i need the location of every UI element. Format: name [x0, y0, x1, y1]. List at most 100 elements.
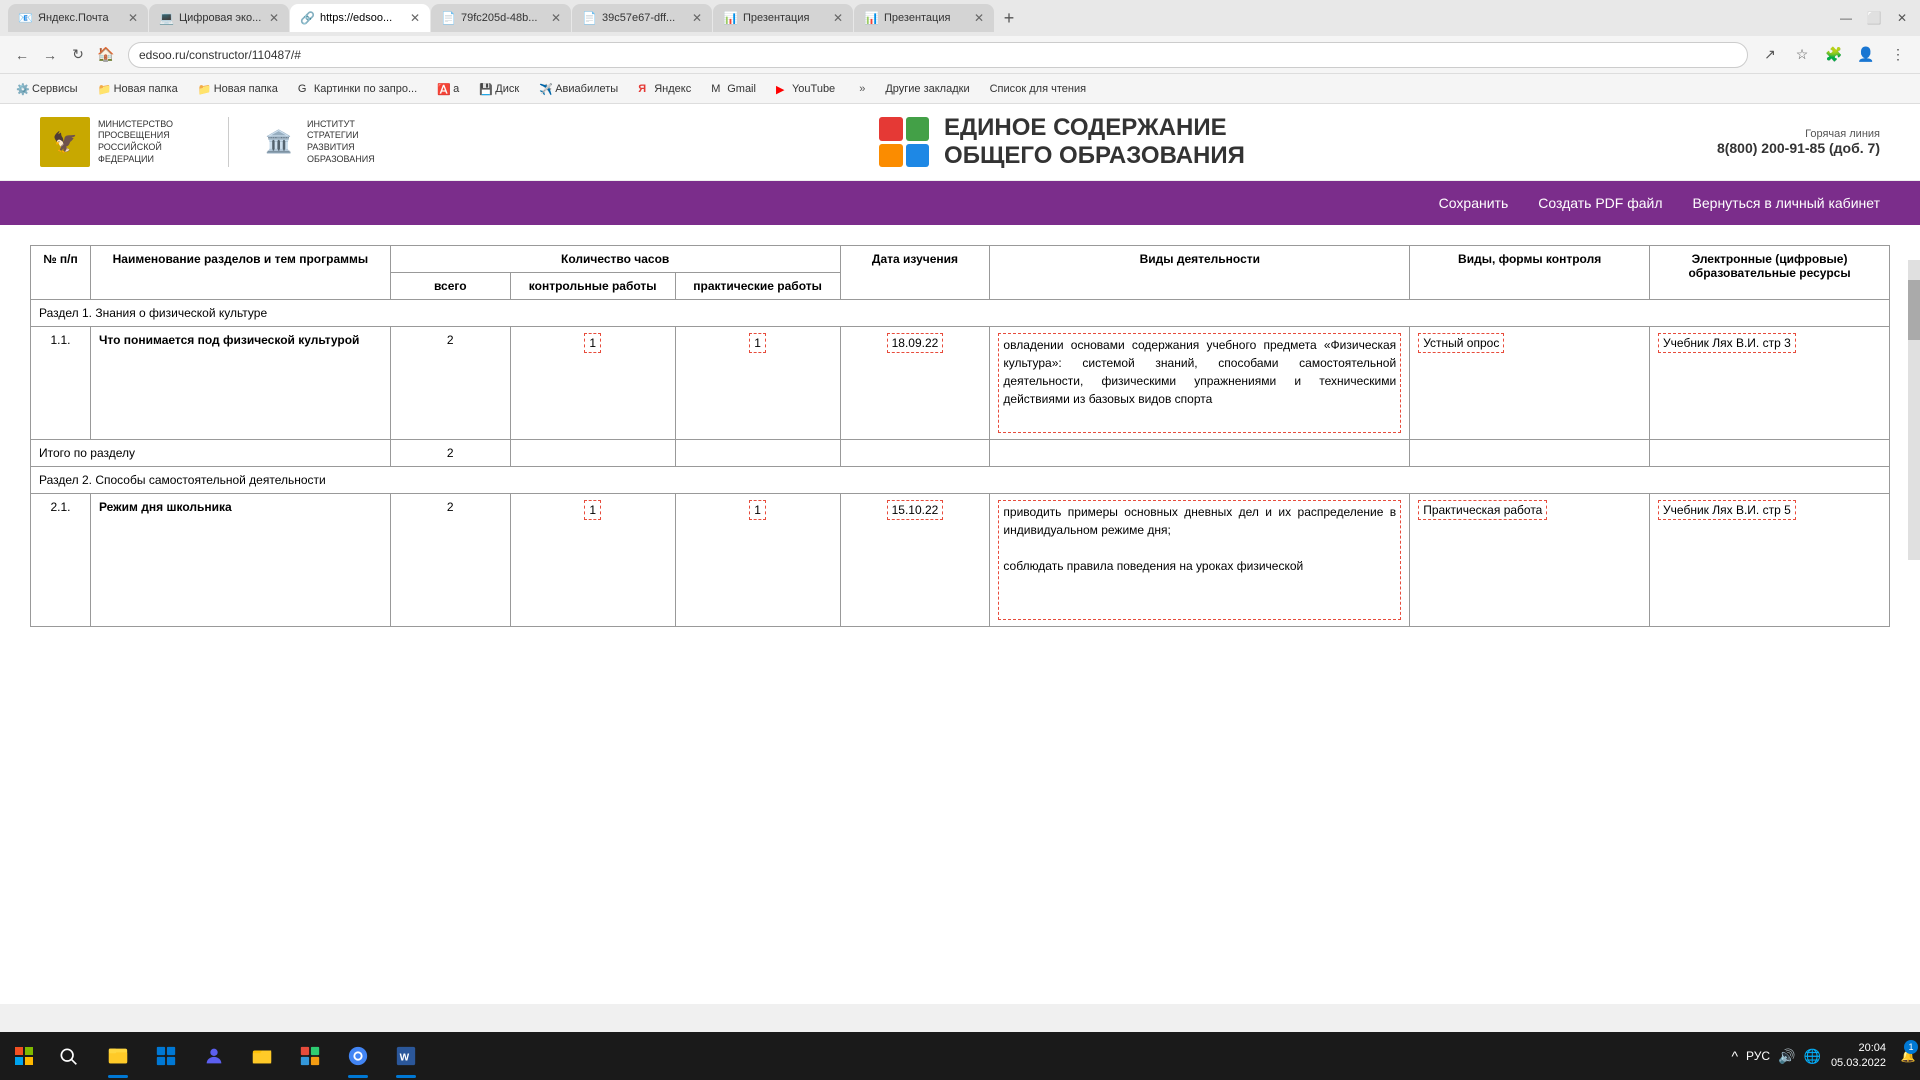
taskbar-icon-explorer[interactable]: [96, 1032, 140, 1080]
tab-presentation1[interactable]: 📊 Презентация ✕: [713, 4, 853, 32]
minimize-button[interactable]: —: [1836, 8, 1856, 28]
activity-editable-1-1[interactable]: овладении основами содержания учебного п…: [998, 333, 1401, 433]
header-num: № п/п: [31, 246, 91, 300]
activity-editable-2-1[interactable]: приводить примеры основных дневных дел и…: [998, 500, 1401, 620]
taskbar-clock[interactable]: 20:04 05.03.2022: [1831, 1041, 1896, 1072]
maximize-button[interactable]: ⬜: [1864, 8, 1884, 28]
tray-chevron-icon[interactable]: ^: [1731, 1048, 1738, 1064]
notification-button[interactable]: 🔔 1: [1896, 1032, 1920, 1080]
cell-resources-2-1[interactable]: Учебник Лях В.И. стр 5: [1650, 494, 1890, 627]
taskbar-icon-chrome[interactable]: [336, 1032, 380, 1080]
bookmark-google[interactable]: G Картинки по запро...: [290, 78, 425, 100]
home-button[interactable]: 🏠: [92, 41, 120, 69]
taskbar-icon-word[interactable]: W: [384, 1032, 428, 1080]
cell-forms-2-1[interactable]: Практическая работа: [1410, 494, 1650, 627]
cell-resources-1-1[interactable]: Учебник Лях В.И. стр 3: [1650, 327, 1890, 440]
date-editable-2-1[interactable]: 15.10.22: [887, 500, 944, 520]
tab-digital[interactable]: 💻 Цифровая эко... ✕: [149, 4, 289, 32]
bookmark-youtube[interactable]: ▶ YouTube: [768, 78, 843, 100]
browser-frame: 📧 Яндекс.Почта ✕ 💻 Цифровая эко... ✕ 🔗 h…: [0, 0, 1920, 104]
table-row: 2.1. Режим дня школьника 2 1 1 15.10.22 …: [31, 494, 1890, 627]
tab-yandex-mail[interactable]: 📧 Яндекс.Почта ✕: [8, 4, 148, 32]
cell-name-1-1: Что понимается под физической культурой: [90, 327, 390, 440]
total-label-1: Итого по разделу: [31, 440, 391, 467]
cell-practical-2-1[interactable]: 1: [675, 494, 840, 627]
bookmark-avia[interactable]: ✈️ Авиабилеты: [531, 78, 626, 100]
tab-close-7[interactable]: ✕: [974, 11, 984, 25]
scrollbar-right[interactable]: [1908, 260, 1920, 560]
bookmark-a[interactable]: 🅰️ a: [429, 78, 467, 100]
cell-activity-1-1[interactable]: овладении основами содержания учебного п…: [990, 327, 1410, 440]
date-editable-1-1[interactable]: 18.09.22: [887, 333, 944, 353]
nav-create-pdf[interactable]: Создать PDF файл: [1538, 195, 1662, 211]
bookmark-folder1[interactable]: 📁 Новая папка: [90, 78, 186, 100]
tab-close-3[interactable]: ✕: [410, 11, 420, 25]
volume-icon[interactable]: 🔊: [1778, 1048, 1795, 1065]
practical-editable-2-1[interactable]: 1: [749, 500, 766, 520]
bookmark-yandex[interactable]: Я Яндекс: [630, 78, 699, 100]
cell-control-2-1[interactable]: 1: [510, 494, 675, 627]
tab-79fc[interactable]: 📄 79fc205d-48b... ✕: [431, 4, 571, 32]
back-button[interactable]: ←: [8, 41, 36, 69]
start-button[interactable]: [0, 1032, 48, 1080]
profile-button[interactable]: 👤: [1852, 41, 1880, 69]
tab-favicon-6: 📊: [723, 11, 737, 25]
scrollbar-thumb[interactable]: [1908, 280, 1920, 340]
reading-list[interactable]: Список для чтения: [982, 78, 1094, 100]
forward-button[interactable]: →: [36, 41, 64, 69]
tab-39c5[interactable]: 📄 39c57e67-dff... ✕: [572, 4, 712, 32]
taskbar-icon-folder[interactable]: [240, 1032, 284, 1080]
close-window-button[interactable]: ✕: [1892, 8, 1912, 28]
network-icon[interactable]: 🌐: [1804, 1048, 1821, 1065]
address-bar[interactable]: edsoo.ru/constructor/110487/#: [128, 42, 1748, 68]
bookmarks-more-button[interactable]: »: [851, 81, 873, 97]
taskbar-icon-apps[interactable]: [288, 1032, 332, 1080]
tab-presentation2[interactable]: 📊 Презентация ✕: [854, 4, 994, 32]
cell-control-1-1[interactable]: 1: [510, 327, 675, 440]
forms-editable-2-1[interactable]: Практическая работа: [1418, 500, 1547, 520]
resources-editable-2-1[interactable]: Учебник Лях В.И. стр 5: [1658, 500, 1796, 520]
header-forms: Виды, формы контроля: [1410, 246, 1650, 300]
taskbar-icon-teams[interactable]: [192, 1032, 236, 1080]
bookmark-star-button[interactable]: ☆: [1788, 41, 1816, 69]
search-button[interactable]: [48, 1032, 88, 1080]
new-tab-button[interactable]: +: [995, 4, 1023, 32]
share-button[interactable]: ↗: [1756, 41, 1784, 69]
tab-close-6[interactable]: ✕: [833, 11, 843, 25]
tab-close-1[interactable]: ✕: [128, 11, 138, 25]
forms-editable-1-1[interactable]: Устный опрос: [1418, 333, 1504, 353]
site-title-line1: ЕДИНОЕ СОДЕРЖАНИЕ: [944, 114, 1245, 142]
tab-close-4[interactable]: ✕: [551, 11, 561, 25]
other-bookmarks[interactable]: Другие закладки: [877, 78, 977, 100]
cell-date-2-1[interactable]: 15.10.22: [840, 494, 990, 627]
nav-back-to-cabinet[interactable]: Вернуться в личный кабинет: [1693, 195, 1880, 211]
clock-date: 05.03.2022: [1831, 1056, 1886, 1071]
svg-text:W: W: [400, 1053, 410, 1064]
tab-close-2[interactable]: ✕: [269, 11, 279, 25]
control-editable-2-1[interactable]: 1: [584, 500, 601, 520]
practical-editable-1-1[interactable]: 1: [749, 333, 766, 353]
logo-cell-blue: [906, 144, 930, 168]
cell-forms-1-1[interactable]: Устный опрос: [1410, 327, 1650, 440]
bookmark-disk[interactable]: 💾 Диск: [471, 78, 527, 100]
extensions-button[interactable]: 🧩: [1820, 41, 1848, 69]
bookmark-services[interactable]: ⚙️ Сервисы: [8, 78, 86, 100]
cell-activity-2-1[interactable]: приводить примеры основных дневных дел и…: [990, 494, 1410, 627]
tab-close-5[interactable]: ✕: [692, 11, 702, 25]
taskbar-icon-widget[interactable]: [144, 1032, 188, 1080]
bookmark-gmail[interactable]: M Gmail: [703, 78, 764, 100]
ministry-logo: 🦅 МИНИСТЕРСТВО ПРОСВЕЩЕНИЯ РОССИЙСКОЙ ФЕ…: [40, 117, 198, 167]
cell-practical-1-1[interactable]: 1: [675, 327, 840, 440]
cell-date-1-1[interactable]: 18.09.22: [840, 327, 990, 440]
tab-label-2: Цифровая эко...: [179, 12, 263, 24]
site-logo-icon: [879, 117, 929, 167]
control-editable-1-1[interactable]: 1: [584, 333, 601, 353]
tab-favicon-5: 📄: [582, 11, 596, 25]
resources-editable-1-1[interactable]: Учебник Лях В.И. стр 3: [1658, 333, 1796, 353]
language-indicator[interactable]: РУС: [1746, 1049, 1770, 1063]
bookmark-folder2[interactable]: 📁 Новая папка: [190, 78, 286, 100]
refresh-button[interactable]: ↻: [64, 41, 92, 69]
menu-button[interactable]: ⋮: [1884, 41, 1912, 69]
tab-edsoo[interactable]: 🔗 https://edsoo... ✕: [290, 4, 430, 32]
nav-save[interactable]: Сохранить: [1439, 195, 1509, 211]
